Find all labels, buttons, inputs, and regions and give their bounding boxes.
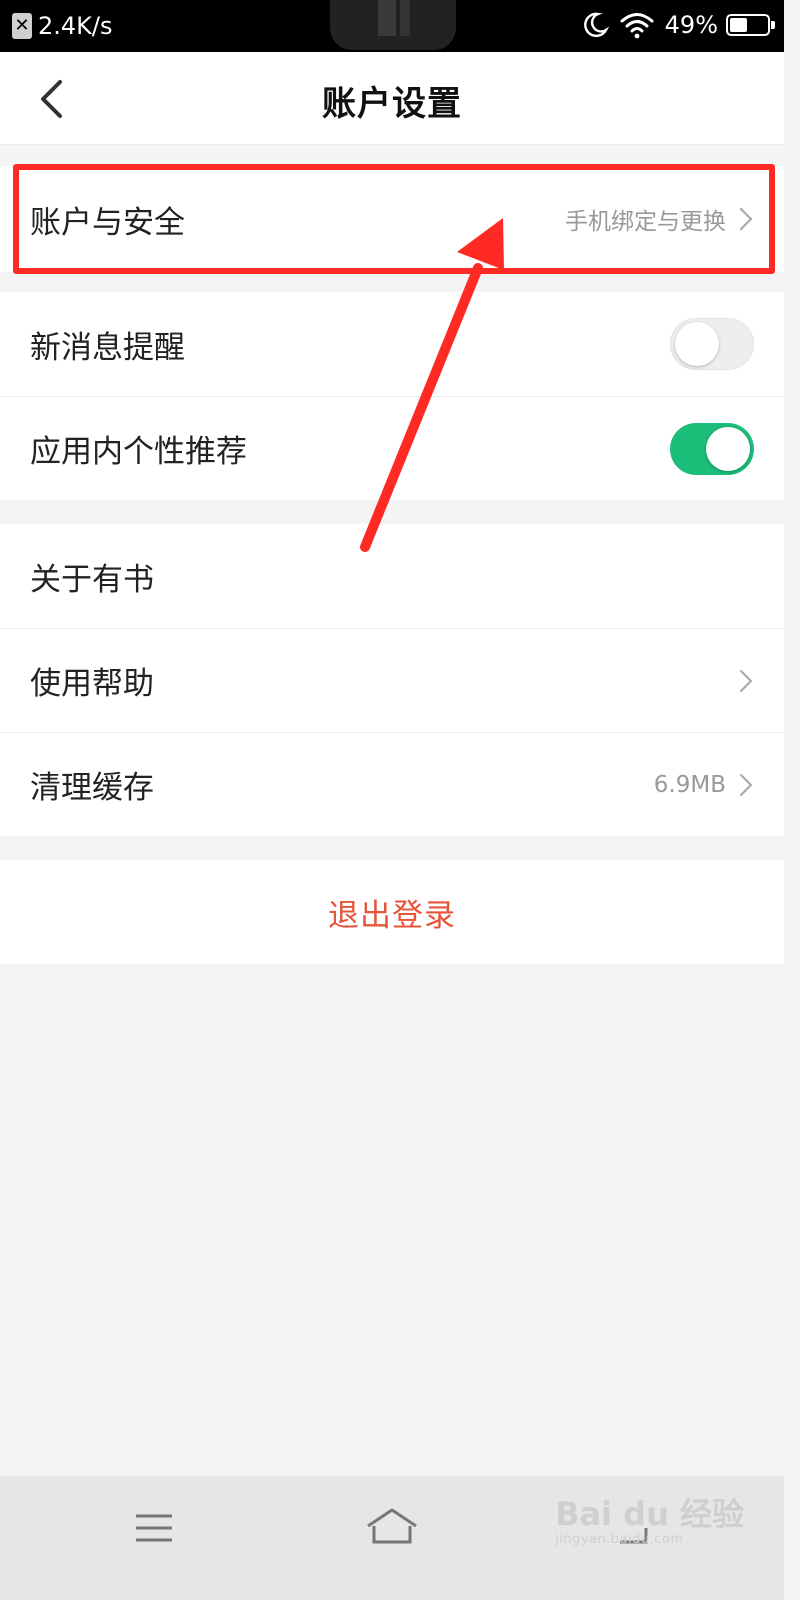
new-message-alert-label: 新消息提醒	[30, 329, 185, 366]
personalized-recommend-toggle[interactable]	[670, 422, 754, 475]
menu-button[interactable]	[124, 1504, 184, 1554]
watermark-main: Bai du 经验	[555, 1495, 744, 1533]
group-toggles: 新消息提醒 应用内个性推荐	[0, 292, 784, 500]
group-logout: 退出登录	[0, 860, 784, 964]
row-about[interactable]: 关于有书	[0, 524, 784, 628]
toggle-knob	[675, 322, 719, 366]
row-account-security[interactable]: 账户与安全 手机绑定与更换	[0, 166, 784, 272]
new-message-alert-toggle[interactable]	[670, 318, 754, 370]
row-personalized-recommend[interactable]: 应用内个性推荐	[0, 396, 784, 500]
cache-size-value: 6.9MB	[653, 771, 726, 798]
toggle-knob	[706, 426, 750, 471]
row-new-message-alert[interactable]: 新消息提醒	[0, 292, 784, 396]
home-button[interactable]	[362, 1504, 422, 1554]
network-speed: 2.4K/s	[38, 12, 113, 40]
battery-percent: 49%	[664, 11, 718, 39]
app-header: 账户设置	[0, 52, 784, 145]
battery-fill	[730, 18, 747, 32]
moon-icon	[583, 12, 609, 37]
group-account: 账户与安全 手机绑定与更换	[0, 166, 784, 272]
watermark-sub: jingyan.baidu.com	[555, 1532, 684, 1547]
clear-cache-label: 清理缓存	[30, 770, 154, 806]
menu-icon	[136, 1514, 172, 1542]
home-icon	[367, 1508, 417, 1544]
account-security-label: 账户与安全	[30, 204, 185, 241]
about-label: 关于有书	[30, 561, 154, 598]
camera-notch	[330, 0, 456, 50]
status-right: 49%	[581, 8, 775, 42]
personalized-recommend-label: 应用内个性推荐	[30, 434, 247, 470]
row-help[interactable]: 使用帮助	[0, 628, 784, 732]
chevron-right-icon	[739, 207, 753, 231]
chevron-right-icon	[739, 669, 753, 692]
help-label: 使用帮助	[30, 666, 154, 702]
watermark: Bai du 经验 jingyan.baidu.com	[555, 1496, 744, 1547]
group-misc: 关于有书 使用帮助 清理缓存 6.9MB	[0, 524, 784, 836]
account-security-value: 手机绑定与更换	[565, 209, 726, 235]
battery-icon	[726, 14, 775, 36]
status-left: ✕ 2.4K/s	[12, 10, 113, 42]
page-title: 账户设置	[322, 84, 462, 124]
chevron-right-icon	[739, 773, 753, 796]
wifi-icon	[620, 13, 654, 39]
logout-button[interactable]: 退出登录	[0, 860, 784, 964]
close-notification-icon: ✕	[12, 13, 32, 39]
status-bar: ✕ 2.4K/s 49%	[0, 0, 784, 52]
row-clear-cache[interactable]: 清理缓存 6.9MB	[0, 732, 784, 836]
